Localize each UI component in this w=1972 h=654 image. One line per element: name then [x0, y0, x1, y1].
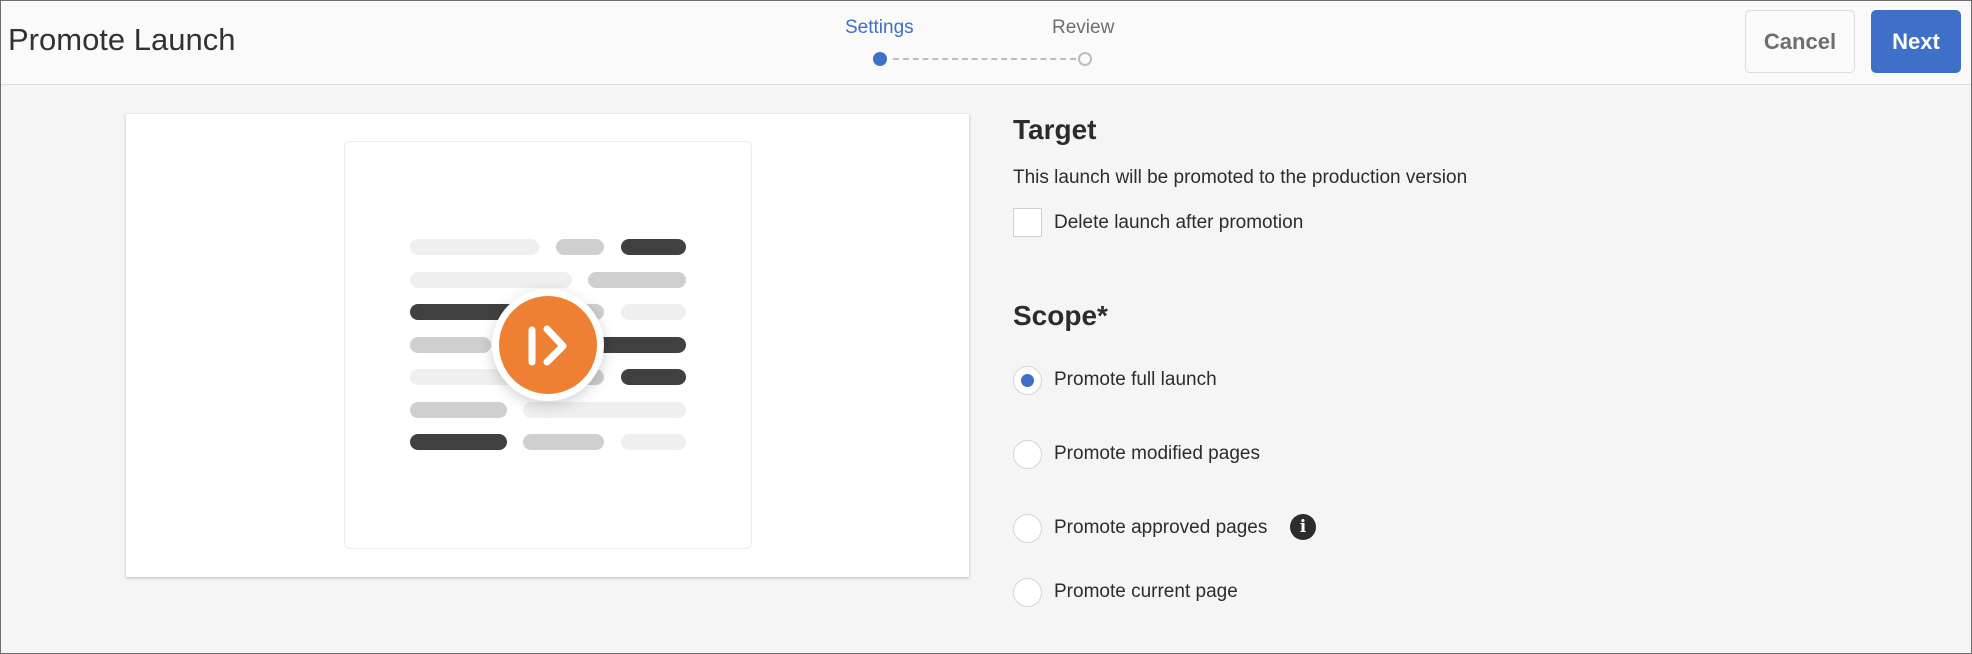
- illustration-bar: [588, 272, 686, 288]
- illustration-bar: [410, 337, 491, 353]
- next-button[interactable]: Next: [1871, 10, 1961, 73]
- radio-promote-full-launch[interactable]: [1013, 366, 1042, 395]
- illustration-bar: [556, 239, 604, 255]
- scope-heading: Scope*: [1013, 300, 1108, 331]
- radio-promote-current-page[interactable]: [1013, 578, 1042, 607]
- illustration-bar: [410, 239, 539, 255]
- illustration-bar: [410, 402, 507, 418]
- step-review-dot: [1078, 52, 1092, 66]
- illustration-bar: [621, 434, 686, 450]
- illustration-bar: [621, 239, 686, 255]
- step-settings-dot: [873, 52, 887, 66]
- illustration-bar: [621, 369, 686, 385]
- illustration-bar: [410, 272, 572, 288]
- illustration-bar: [523, 434, 604, 450]
- step-connector: [893, 58, 1076, 60]
- delete-launch-checkbox[interactable]: [1013, 208, 1042, 237]
- radio-label[interactable]: Promote approved pages: [1054, 517, 1267, 539]
- radio-promote-approved-pages[interactable]: [1013, 514, 1042, 543]
- page-title: Promote Launch: [8, 22, 236, 57]
- radio-label[interactable]: Promote full launch: [1054, 369, 1217, 391]
- illustration-bar: [523, 402, 686, 418]
- target-description: This launch will be promoted to the prod…: [1013, 167, 1468, 188]
- illustration-bar: [410, 434, 507, 450]
- info-icon[interactable]: i: [1290, 514, 1316, 540]
- radio-label[interactable]: Promote modified pages: [1054, 443, 1260, 465]
- promote-badge: [492, 289, 604, 401]
- header: Promote Launch Settings Review Cancel Ne…: [0, 0, 1972, 85]
- target-heading: Target: [1013, 114, 1097, 145]
- cancel-button[interactable]: Cancel: [1745, 10, 1855, 73]
- radio-promote-modified-pages[interactable]: [1013, 440, 1042, 469]
- step-settings-label[interactable]: Settings: [845, 17, 914, 39]
- delete-launch-label[interactable]: Delete launch after promotion: [1054, 212, 1303, 234]
- radio-label[interactable]: Promote current page: [1054, 581, 1238, 603]
- promote-launch-icon: [499, 296, 597, 394]
- illustration-bar: [621, 304, 686, 320]
- step-review-label[interactable]: Review: [1052, 17, 1114, 39]
